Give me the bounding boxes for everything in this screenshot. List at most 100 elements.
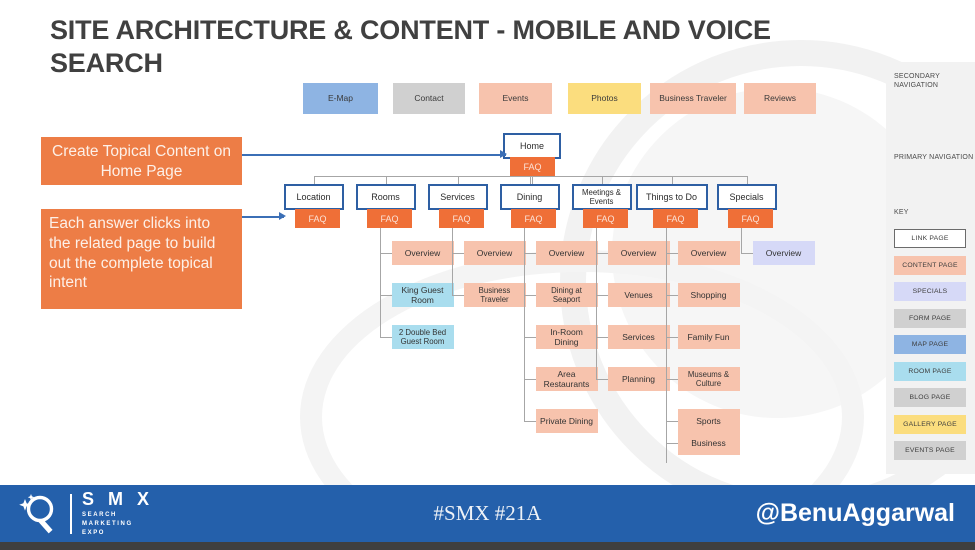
- connector-branch-meetings-events-2: [595, 337, 608, 338]
- sitemap-child-rooms-king-guest-room[interactable]: King Guest Room: [391, 283, 454, 307]
- secondary-nav-item-reviews[interactable]: Reviews: [744, 83, 816, 114]
- connector-branch-dining-1: [523, 295, 536, 296]
- connector-branch-things-to-do-1: [665, 295, 678, 296]
- connector-bus-to-location: [313, 176, 315, 184]
- connector-branch-meetings-events-3: [595, 379, 608, 380]
- connector-bus-to-dining: [529, 176, 531, 184]
- legend-chip-specials: SPECIALS: [894, 282, 966, 301]
- callout-home-arrow-head: [500, 150, 507, 158]
- sitemap-badge-location-faq[interactable]: FAQ: [295, 209, 340, 228]
- connector-branch-dining-3: [523, 379, 536, 380]
- connector-bus-to-rooms: [385, 176, 387, 184]
- sitemap-badge-meetings-events-faq[interactable]: FAQ: [583, 209, 628, 228]
- legend-chip-room: ROOM PAGE: [894, 361, 966, 381]
- secondary-nav-item-events[interactable]: Events: [479, 83, 552, 114]
- legend-chip-map: MAP PAGE: [894, 335, 966, 354]
- connector-branch-services-1: [451, 295, 464, 296]
- connector-spine-specials: [740, 228, 742, 253]
- callout-answer-arrow-head: [279, 212, 286, 220]
- sitemap-badge-things-to-do-faq[interactable]: FAQ: [653, 209, 698, 228]
- connector-branch-dining-4: [523, 421, 536, 422]
- sitemap-child-dining-overview[interactable]: Overview: [535, 241, 598, 265]
- sitemap-badge-specials-faq[interactable]: FAQ: [728, 209, 773, 228]
- secondary-nav-item-contact[interactable]: Contact: [393, 83, 465, 114]
- sitemap-child-things-to-do-museums-culture[interactable]: Museums & Culture: [677, 367, 740, 391]
- sitemap-child-services-overview[interactable]: Overview: [463, 241, 526, 265]
- connector-branch-dining-2: [523, 337, 536, 338]
- legend-primary-nav-label: PRIMARY NAVIGATION: [894, 154, 974, 161]
- legend-chip-events: EVENTS PAGE: [894, 441, 966, 460]
- sitemap-node-meetings-events[interactable]: Meetings & Events: [571, 184, 632, 210]
- connector-branch-rooms-0: [379, 253, 392, 254]
- sitemap-node-location[interactable]: Location: [283, 184, 344, 210]
- sitemap-child-meetings-events-venues[interactable]: Venues: [607, 283, 670, 307]
- legend-chip-link: LINK PAGE: [894, 229, 966, 248]
- sitemap-child-things-to-do-business[interactable]: Business: [677, 431, 740, 455]
- connector-branch-meetings-events-1: [595, 295, 608, 296]
- sitemap-child-dining-area-restaurants[interactable]: Area Restaurants: [535, 367, 598, 391]
- speaker-handle: @BenuAggarwal: [755, 499, 955, 527]
- sitemap-badge-rooms-faq[interactable]: FAQ: [367, 209, 412, 228]
- callout-answer: Each answer clicks into the related page…: [41, 209, 242, 309]
- legend-secondary-nav-label: SECONDARY NAVIGATION: [894, 73, 940, 90]
- sitemap-child-services-business-traveler[interactable]: Business Traveler: [463, 283, 526, 307]
- sitemap-child-meetings-events-overview[interactable]: Overview: [607, 241, 670, 265]
- page-title: SITE ARCHITECTURE & CONTENT - MOBILE AND…: [50, 15, 771, 78]
- sitemap-child-things-to-do-overview[interactable]: Overview: [677, 241, 740, 265]
- secondary-nav-item-e-map[interactable]: E-Map: [303, 83, 378, 114]
- sitemap-node-dining[interactable]: Dining: [499, 184, 560, 210]
- sitemap-child-dining-in-room-dining[interactable]: In-Room Dining: [535, 325, 598, 349]
- connector-branch-things-to-do-3: [665, 379, 678, 380]
- connector-branch-rooms-1: [379, 295, 392, 296]
- callout-home: Create Topical Content on Home Page: [41, 137, 242, 185]
- footer-bar: S M X SEARCH MARKETING EXPO #SMX #21A @B…: [0, 485, 975, 542]
- connector-spine-services: [451, 228, 453, 295]
- connector-branch-things-to-do-5: [665, 443, 678, 444]
- connector-branch-specials-0: [740, 253, 753, 254]
- sitemap-child-dining-dining-at-seaport[interactable]: Dining at Seaport: [535, 283, 598, 307]
- sitemap-child-things-to-do-family-fun[interactable]: Family Fun: [677, 325, 740, 349]
- sitemap-badge-services-faq[interactable]: FAQ: [439, 209, 484, 228]
- connector-root-stem: [532, 176, 533, 184]
- sitemap-child-things-to-do-sports[interactable]: Sports: [677, 409, 740, 433]
- slide-canvas: SITE ARCHITECTURE & CONTENT - MOBILE AND…: [0, 0, 975, 550]
- sitemap-node-home[interactable]: Home: [503, 133, 561, 159]
- legend-key-label: KEY: [894, 209, 909, 216]
- secondary-nav-item-photos[interactable]: Photos: [568, 83, 641, 114]
- sitemap-child-dining-private-dining[interactable]: Private Dining: [535, 409, 598, 433]
- connector-bus-to-meetings-events: [601, 176, 603, 184]
- sitemap-child-meetings-events-planning[interactable]: Planning: [607, 367, 670, 391]
- connector-branch-things-to-do-0: [665, 253, 678, 254]
- sitemap-node-services[interactable]: Services: [427, 184, 488, 210]
- sitemap-child-specials-overview[interactable]: Overview: [752, 241, 815, 265]
- sitemap-child-things-to-do-shopping[interactable]: Shopping: [677, 283, 740, 307]
- sitemap-node-specials[interactable]: Specials: [716, 184, 777, 210]
- connector-spine-dining: [523, 228, 525, 421]
- connector-spine-meetings-events: [595, 228, 597, 379]
- legend-chip-form: FORM PAGE: [894, 308, 966, 328]
- sitemap-child-rooms-overview[interactable]: Overview: [391, 241, 454, 265]
- connector-bus-to-things-to-do: [671, 176, 673, 184]
- connector-spine-rooms: [379, 228, 381, 337]
- sitemap-child-meetings-events-services[interactable]: Services: [607, 325, 670, 349]
- connector-branch-rooms-2: [379, 337, 392, 338]
- callout-home-arrow-line: [242, 154, 506, 156]
- legend-chip-blog: BLOG PAGE: [894, 388, 966, 407]
- sitemap-badge-dining-faq[interactable]: FAQ: [511, 209, 556, 228]
- legend-chip-content: CONTENT PAGE: [894, 255, 966, 275]
- legend-panel: SECONDARY NAVIGATION PRIMARY NAVIGATION …: [886, 62, 975, 474]
- connector-branch-things-to-do-4: [665, 421, 678, 422]
- callout-answer-arrow-line: [242, 216, 284, 218]
- legend-chip-gallery: GALLERY PAGE: [894, 414, 966, 434]
- footer-bottom-strip: [0, 542, 975, 550]
- connector-branch-dining-0: [523, 253, 536, 254]
- sitemap-node-rooms[interactable]: Rooms: [355, 184, 416, 210]
- connector-bus-to-services: [457, 176, 459, 184]
- secondary-nav-item-business-traveler[interactable]: Business Traveler: [650, 83, 736, 114]
- sitemap-node-things-to-do[interactable]: Things to Do: [635, 184, 708, 210]
- connector-spine-things-to-do: [665, 228, 667, 463]
- connector-branch-services-0: [451, 253, 464, 254]
- connector-branch-meetings-events-0: [595, 253, 608, 254]
- sitemap-child-rooms-2-double-bed-guest-room[interactable]: 2 Double Bed Guest Room: [391, 325, 454, 349]
- sitemap-badge-home-faq[interactable]: FAQ: [510, 157, 555, 176]
